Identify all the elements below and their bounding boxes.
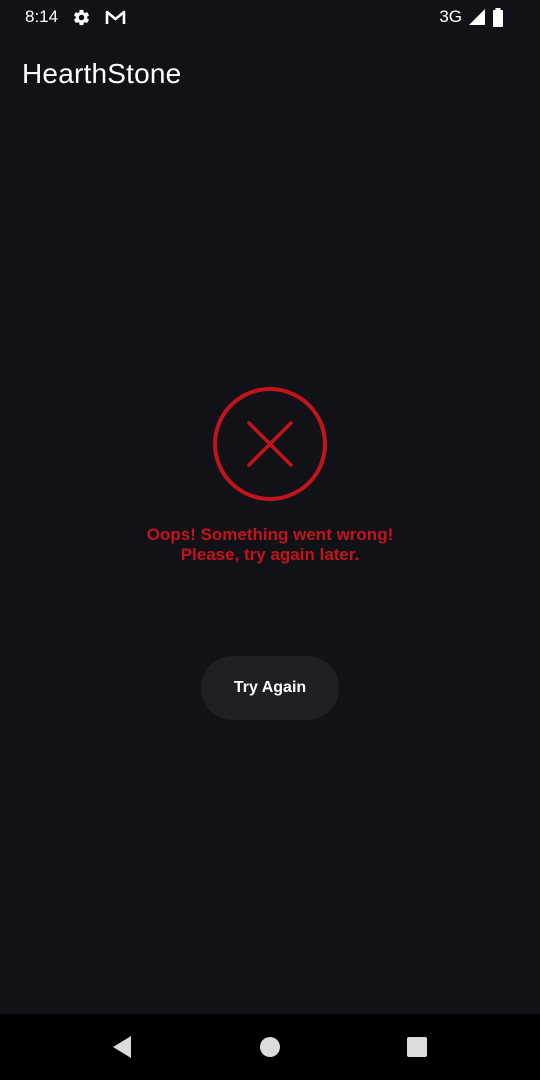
error-x-circle-icon [212,386,328,502]
error-message-line1: Oops! Something went wrong! [146,525,394,544]
recents-icon[interactable] [402,1032,432,1062]
gmail-icon [105,9,126,25]
navigation-bar [0,1014,540,1080]
error-message: Oops! Something went wrong! Please, try … [0,525,540,565]
battery-icon [492,7,504,27]
status-right: 3G [439,7,504,27]
home-icon[interactable] [255,1032,285,1062]
settings-icon [72,8,91,27]
app-title: HearthStone [22,58,182,89]
back-icon[interactable] [107,1032,137,1062]
network-type: 3G [439,7,462,26]
error-message-line2: Please, try again later. [180,545,360,564]
try-again-button[interactable]: Try Again [201,656,339,720]
status-bar: 8:14 3G [0,0,540,34]
signal-icon [468,8,486,26]
status-time: 8:14 [25,7,59,26]
status-left: 8:14 [25,7,126,27]
